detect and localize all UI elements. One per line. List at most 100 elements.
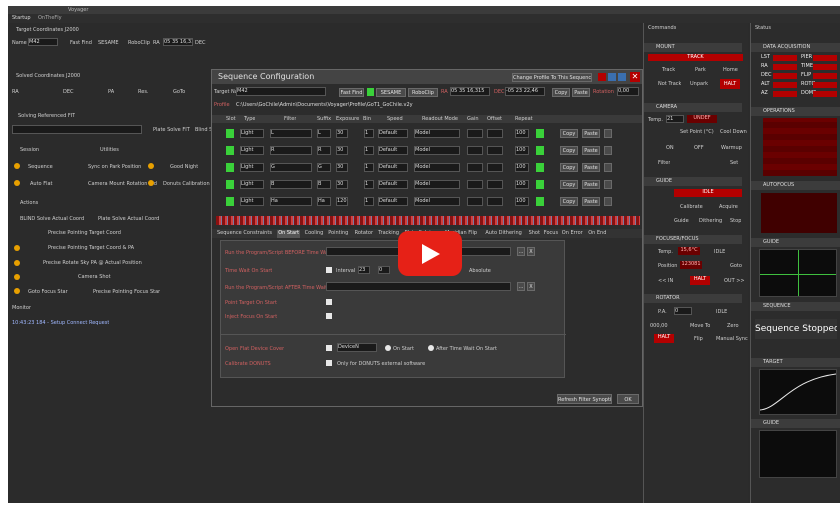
refresh-filter-synoptic-button[interactable]: Refresh Filter Synoptic [557,394,612,404]
row-clear-button[interactable] [604,163,612,172]
dialog-tab[interactable]: On Start [277,230,301,238]
run-after-browse-button[interactable]: ... [517,282,525,291]
camera-rotation-button[interactable]: Camera Mount Rotation Aid [88,181,157,187]
filter-select[interactable]: L [270,129,312,138]
repeat-input[interactable]: 100 [515,197,529,206]
bin-input[interactable]: 1 [364,163,374,172]
zero-button[interactable]: Zero [727,323,739,329]
rotation-input[interactable]: 0,00 [617,87,639,96]
dialog-sesame-button[interactable]: SESAME [376,88,406,97]
cooler-off-button[interactable]: OFF [694,145,704,151]
calibrate-donuts-checkbox[interactable] [326,360,332,366]
row-check[interactable] [536,129,544,138]
gain-input[interactable] [467,180,483,189]
exposure-input[interactable]: 30 [336,180,348,189]
plate-solve-fit-button[interactable]: Plate Solve FIT [153,127,190,133]
repeat-input[interactable]: 100 [515,163,529,172]
gain-input[interactable] [467,197,483,206]
track-button[interactable]: Track [662,67,675,73]
type-select[interactable]: Light [240,180,264,189]
dialog-tab[interactable]: On Error [561,230,584,238]
unpark-button[interactable]: Unpark [690,81,708,87]
dithering-button[interactable]: Dithering [699,218,722,224]
dialog-tab[interactable]: Rotator [354,230,374,238]
dialog-paste-button[interactable]: Paste [572,88,590,97]
guide-button[interactable]: Guide [674,218,689,224]
slot-indicator[interactable] [226,129,234,138]
blind-solve-actual-button[interactable]: BLIND Solve Actual Coord [20,216,84,222]
dialog-tab[interactable]: Shot [528,230,541,238]
acquire-button[interactable]: Acquire [719,204,738,210]
good-night-button[interactable]: Good Night [170,164,198,170]
inject-focus-checkbox[interactable] [326,313,332,319]
donuts-calibration-button[interactable]: Donuts Calibration [163,181,210,187]
interval-hours-input[interactable]: 23 [358,266,370,274]
dialog-ra-input[interactable]: 05 35 16,315 [450,87,490,96]
offset-input[interactable] [487,146,503,155]
repeat-input[interactable]: 100 [515,129,529,138]
change-profile-button[interactable]: Change Profile To This Sequence [512,73,592,82]
dialog-save-icon[interactable] [608,73,616,81]
offset-input[interactable] [487,197,503,206]
row-copy-button[interactable]: Copy [560,163,578,172]
repeat-input[interactable]: 100 [515,146,529,155]
precise-target-pa-button[interactable]: Precise Pointing Target Coord & PA [48,245,134,251]
speed-select[interactable]: Default [378,197,408,206]
focuser-goto-button[interactable]: Goto [730,263,742,269]
fast-find-button[interactable]: Fast Find [70,40,92,46]
on-start-radio[interactable] [385,345,391,351]
offset-input[interactable] [487,129,503,138]
flip-button[interactable]: Flip [694,336,703,342]
bin-input[interactable]: 1 [364,197,374,206]
run-after-input[interactable] [326,282,511,291]
ok-button[interactable]: OK [617,394,639,404]
speed-select[interactable]: Default [378,163,408,172]
calibrate-button[interactable]: Calibrate [680,204,703,210]
row-copy-button[interactable]: Copy [560,180,578,189]
filter-select[interactable]: G [270,163,312,172]
rotator-halt-button[interactable]: HALT [654,334,674,343]
warmup-button[interactable]: Warmup [721,145,742,151]
offset-input[interactable] [487,180,503,189]
mount-halt-button[interactable]: HALT [720,79,740,89]
dialog-open-icon[interactable] [618,73,626,81]
auto-flat-button[interactable]: Auto Flat [30,181,53,187]
dialog-tab[interactable]: On End [587,230,607,238]
dialog-tab[interactable]: Tracking [377,230,400,238]
park-button[interactable]: Park [695,67,706,73]
dialog-roboclip-button[interactable]: RoboClip [408,88,438,97]
offset-input[interactable] [487,163,503,172]
row-copy-button[interactable]: Copy [560,197,578,206]
cooler-on-button[interactable]: ON [666,145,674,151]
dialog-dec-input[interactable]: -05 23 22,46 [505,87,545,96]
sesame-button[interactable]: SESAME [98,40,119,46]
row-paste-button[interactable]: Paste [582,129,600,138]
readout-select[interactable]: Model [414,197,460,206]
goto-solved-button[interactable]: GoTo [173,89,185,95]
row-check[interactable] [536,197,544,206]
after-time-radio[interactable] [428,345,434,351]
row-paste-button[interactable]: Paste [582,146,600,155]
row-check[interactable] [536,146,544,155]
row-paste-button[interactable]: Paste [582,180,600,189]
slot-indicator[interactable] [226,163,234,172]
suffix-input[interactable]: B [317,180,331,189]
filter-select[interactable]: B [270,180,312,189]
slot-indicator[interactable] [226,146,234,155]
dialog-tab[interactable]: Sequence [216,230,243,238]
sync-park-button[interactable]: Sync on Park Position [88,164,141,170]
precise-target-coord-button[interactable]: Precise Pointing Target Coord [48,230,121,236]
dialog-close-icon[interactable]: ✕ [630,72,640,82]
home-button[interactable]: Home [723,67,738,73]
gain-input[interactable] [467,129,483,138]
focus-in-button[interactable]: << IN [658,278,673,284]
row-copy-button[interactable]: Copy [560,129,578,138]
row-clear-button[interactable] [604,129,612,138]
row-clear-button[interactable] [604,197,612,206]
readout-select[interactable]: Model [414,129,460,138]
dialog-fast-find-button[interactable]: Fast Find [339,88,364,97]
interval-minutes-input[interactable]: 0 [378,266,390,274]
gain-input[interactable] [467,163,483,172]
bin-input[interactable]: 1 [364,146,374,155]
dialog-tab[interactable]: Auto Dithering [484,230,522,238]
